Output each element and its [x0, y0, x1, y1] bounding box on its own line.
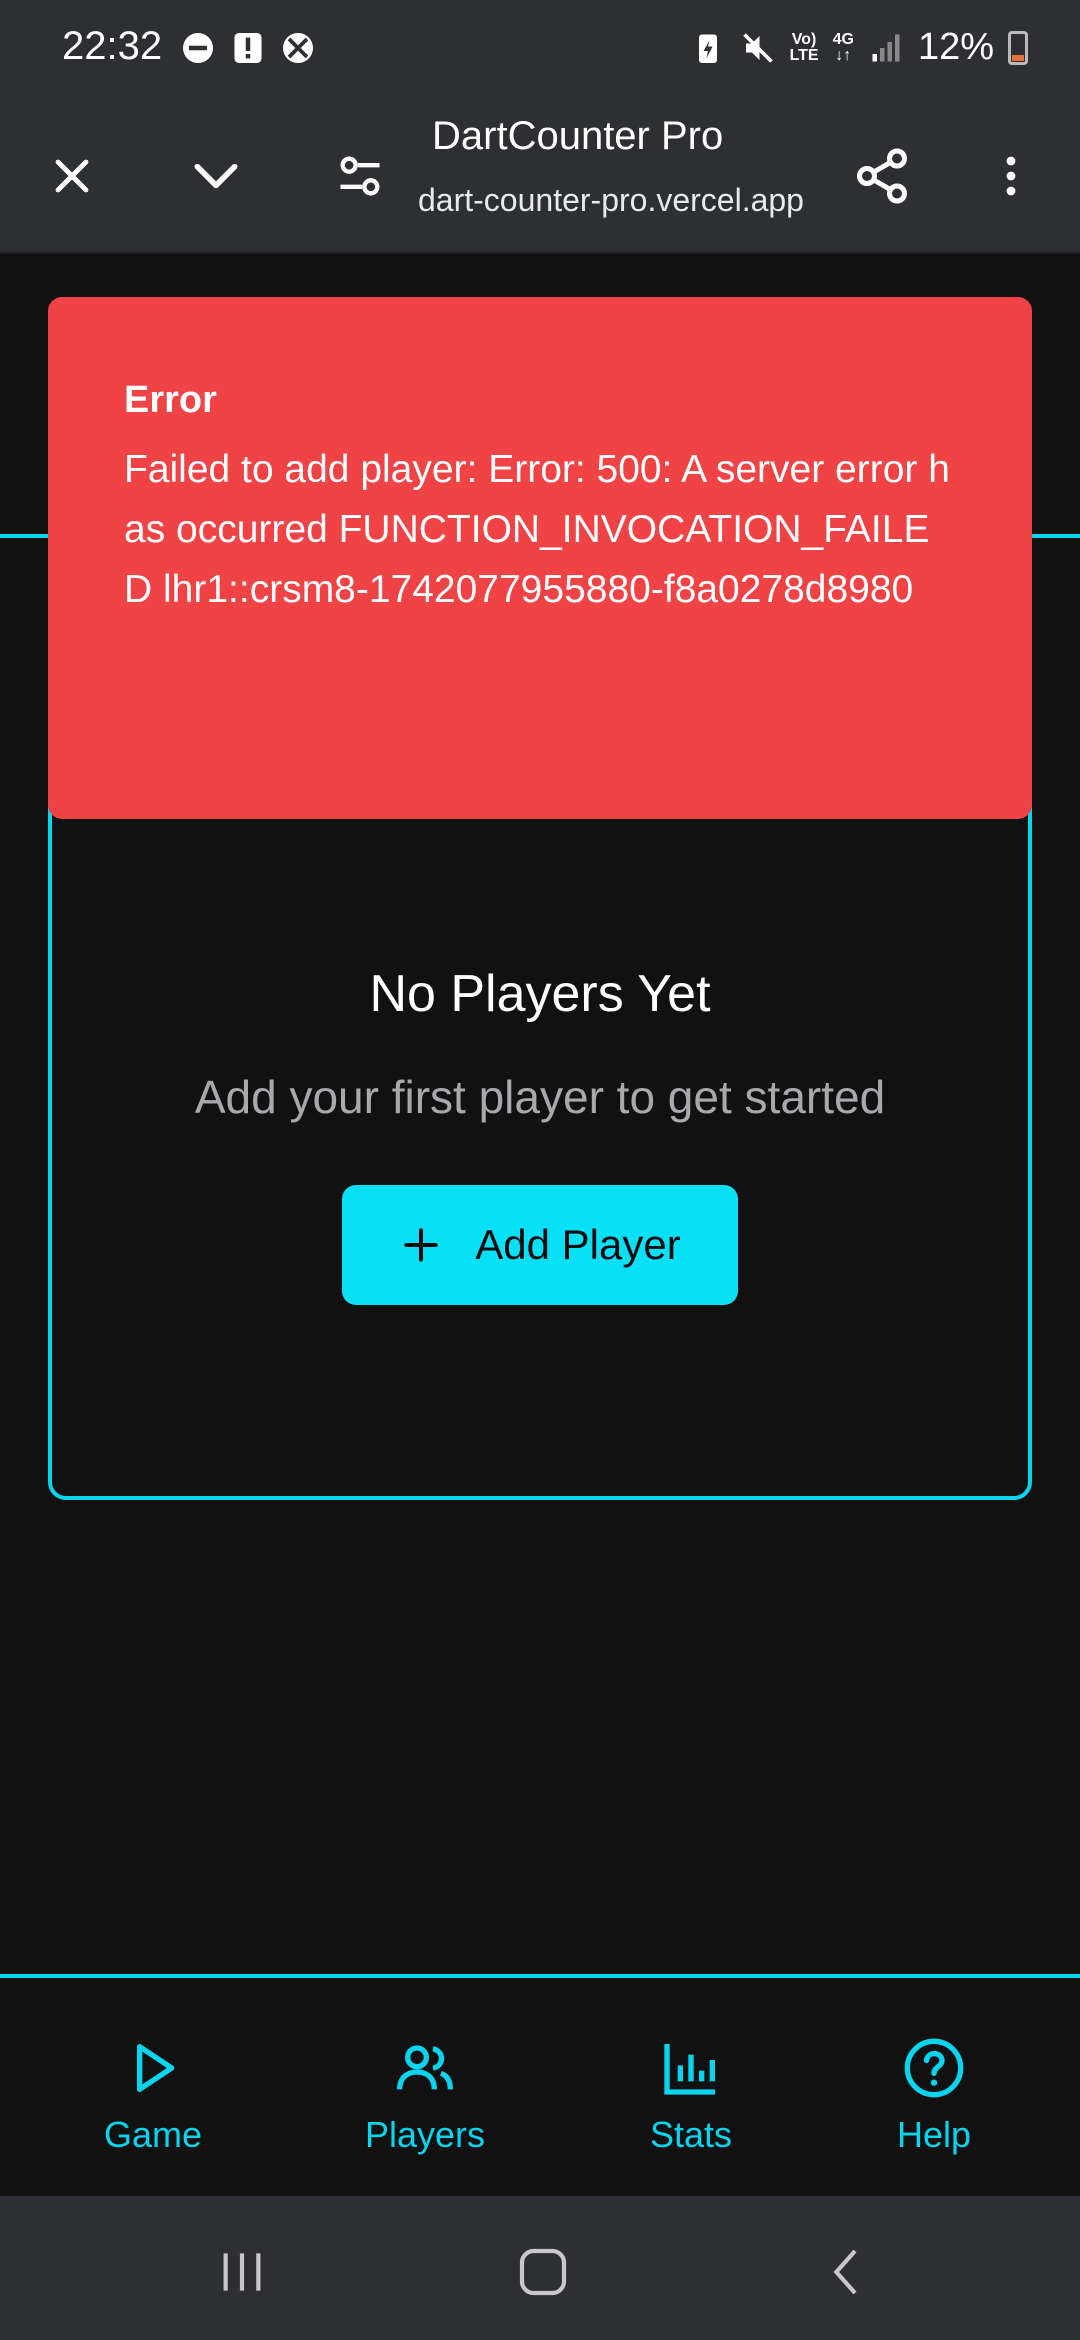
battery-percentage: 12%	[917, 26, 994, 68]
nav-item-stats[interactable]: Stats	[650, 2036, 732, 2156]
help-circle-icon	[904, 2038, 964, 2098]
more-button[interactable]	[975, 140, 1047, 212]
status-bar: 22:32 Vo) LTE 4G ↓↑ 12%	[0, 0, 1080, 100]
back-icon	[833, 2249, 857, 2295]
empty-state-subtitle: Add your first player to get started	[194, 1071, 886, 1123]
share-icon	[857, 148, 907, 204]
status-left-icons	[180, 30, 316, 66]
site-settings-button[interactable]	[324, 140, 396, 212]
plus-icon	[404, 1228, 438, 1262]
site-settings-icon	[340, 156, 380, 196]
share-button[interactable]	[846, 140, 918, 212]
status-right-icons: Vo) LTE 4G ↓↑ 12%	[690, 26, 1028, 69]
system-nav-bar	[0, 2196, 1080, 2340]
error-title: Error	[124, 379, 217, 421]
nav-item-players[interactable]: Players	[365, 2036, 485, 2156]
nav-label-players: Players	[365, 2114, 486, 2155]
alert-icon	[234, 33, 262, 63]
nav-item-help[interactable]: Help	[897, 2036, 971, 2156]
users-icon	[397, 2045, 454, 2090]
browser-toolbar: DartCounter Pro dart-counter-pro.vercel.…	[0, 100, 1080, 254]
recents-icon	[223, 2253, 261, 2291]
add-player-button[interactable]: Add Player	[342, 1185, 738, 1305]
nav-label-help: Help	[897, 2114, 972, 2155]
signal-icon	[872, 34, 900, 61]
empty-state-title: No Players Yet	[369, 965, 711, 1023]
status-time: 22:32	[62, 24, 163, 68]
chevron-down-icon	[194, 163, 238, 189]
xbox-icon	[283, 33, 313, 63]
mute-icon	[742, 32, 773, 63]
close-icon	[55, 159, 89, 193]
home-icon	[519, 2248, 567, 2296]
battery-icon	[1008, 30, 1028, 65]
nav-label-game: Game	[104, 2114, 203, 2155]
add-player-label: Add Player	[475, 1221, 681, 1268]
nav-label-stats: Stats	[650, 2114, 733, 2155]
error-toast[interactable]: Error Failed to add player: Error: 500: …	[48, 297, 1032, 819]
page-title: DartCounter Pro	[432, 114, 724, 158]
back-button[interactable]	[808, 2232, 888, 2312]
bottom-nav: Game Players Stats Help	[0, 1974, 1080, 2200]
minimize-button[interactable]	[180, 140, 252, 212]
page-url[interactable]: dart-counter-pro.vercel.app	[418, 182, 814, 219]
error-message: Failed to add player: Error: 500: A serv…	[124, 448, 950, 611]
play-icon	[137, 2044, 175, 2092]
volte-icon: Vo) LTE	[789, 30, 819, 64]
dnd-icon	[183, 33, 213, 63]
recents-button[interactable]	[202, 2232, 282, 2312]
close-button[interactable]	[36, 140, 108, 212]
battery-saver-icon	[698, 34, 717, 63]
home-button[interactable]	[503, 2232, 583, 2312]
more-vert-icon	[1006, 156, 1016, 196]
bar-chart-icon	[664, 2044, 716, 2095]
nav-item-game[interactable]: Game	[104, 2036, 202, 2156]
data-4g-icon: 4G ↓↑	[832, 30, 854, 64]
